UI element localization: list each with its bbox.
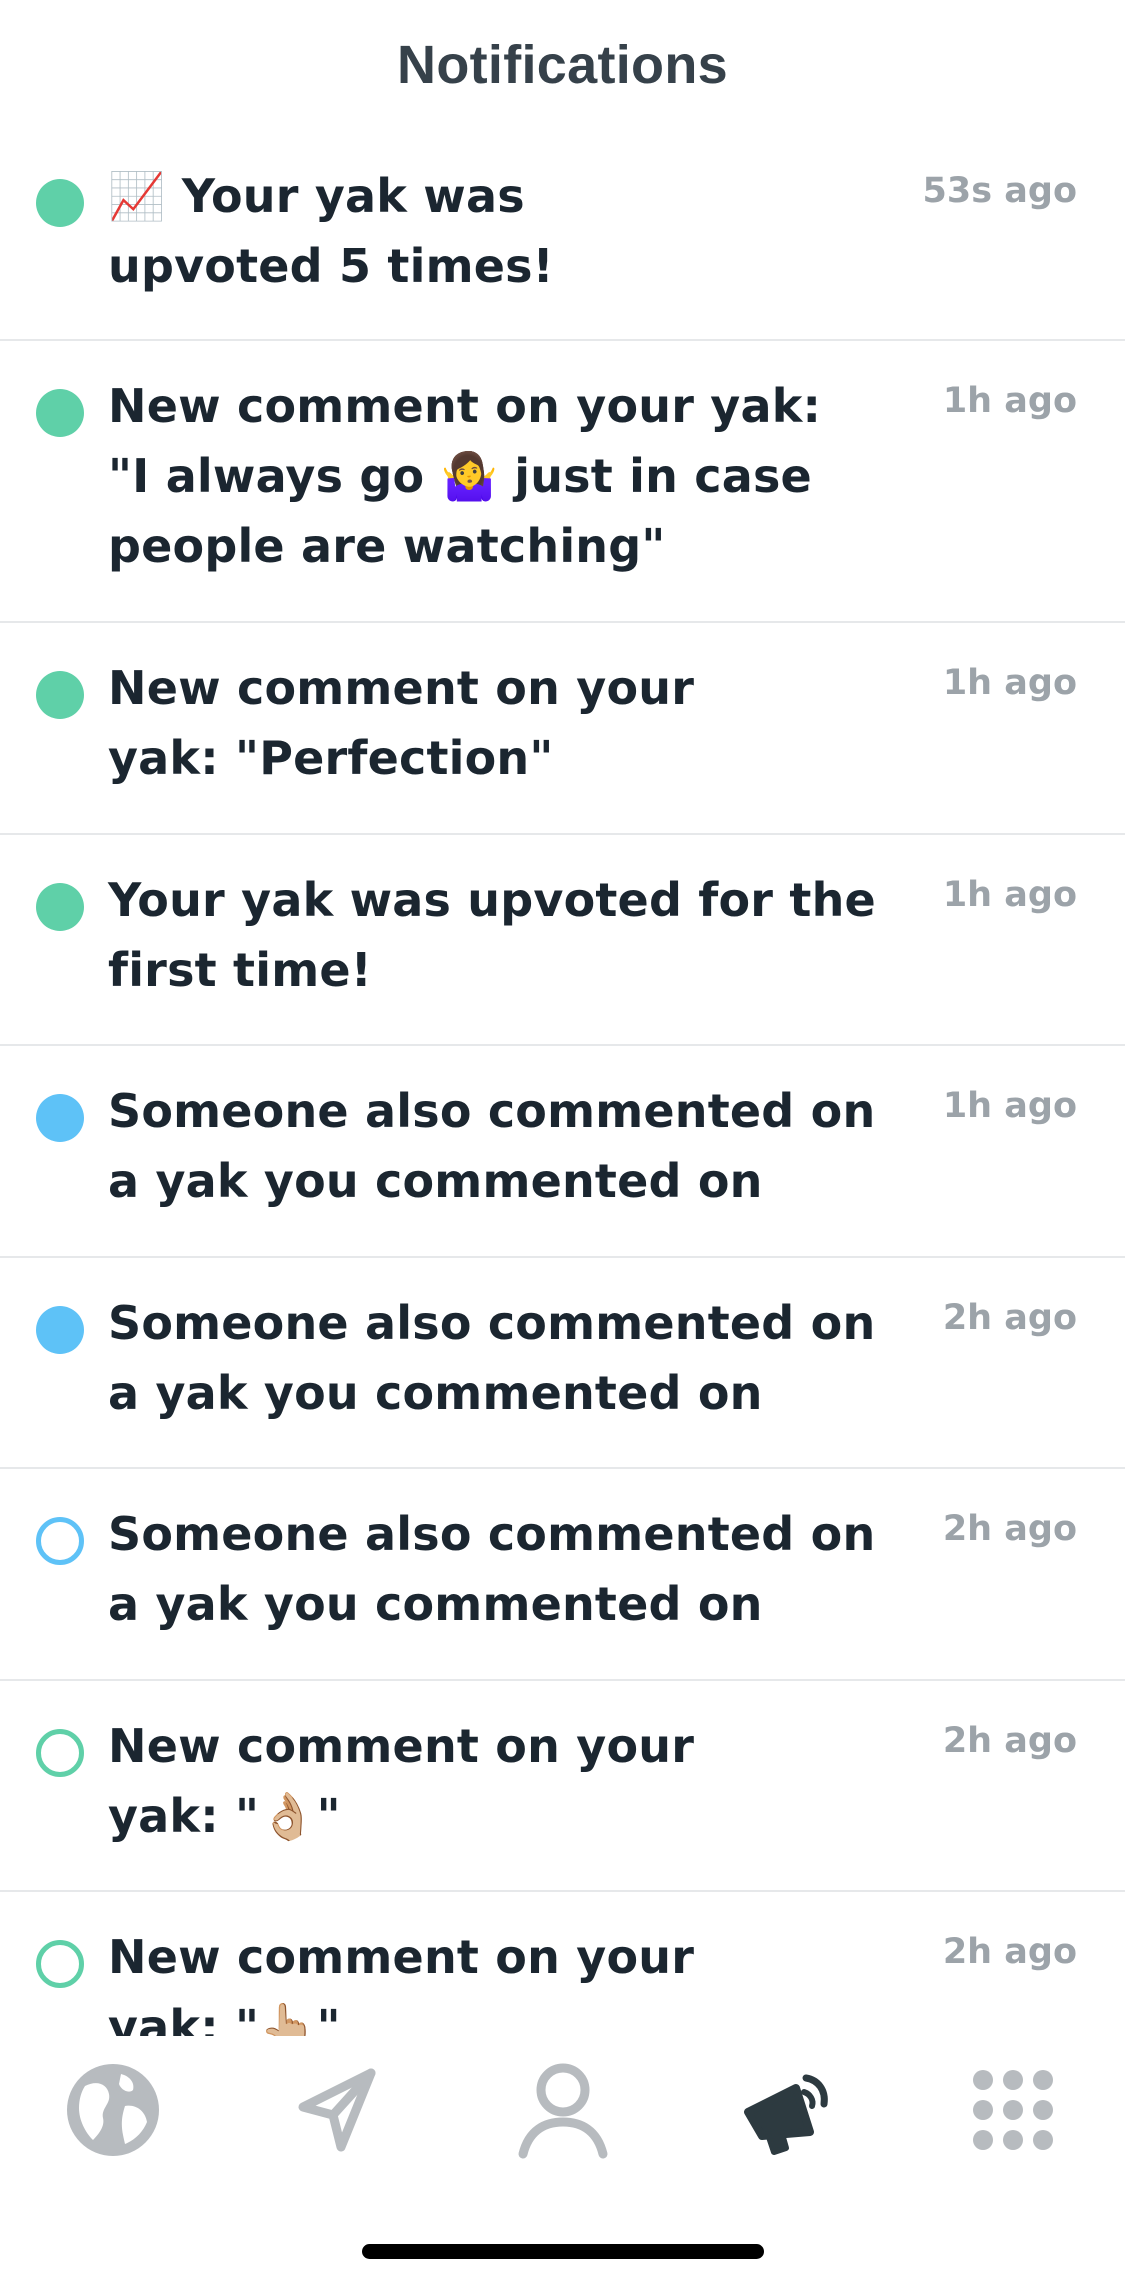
- tab-explore[interactable]: [43, 2050, 183, 2170]
- unread-indicator-dot: [36, 179, 84, 227]
- unread-indicator-dot: [36, 883, 84, 931]
- notification-time: 1h ago: [942, 663, 1077, 703]
- unread-indicator-dot: [36, 389, 84, 437]
- notification-text: New comment on your yak: "👌🏼": [108, 1719, 695, 1843]
- notification-time: 1h ago: [942, 381, 1077, 421]
- notification-text: New comment on your yak: "👆🏼": [108, 1930, 695, 2036]
- notification-text: Someone also commented on a yak you comm…: [108, 1296, 876, 1420]
- notification-time: 1h ago: [942, 875, 1077, 915]
- notification-text: 📈 Your yak was upvoted 5 times!: [108, 169, 554, 293]
- notification-row[interactable]: New comment on your yak: "👌🏼" 2h ago: [0, 1681, 1125, 1892]
- notification-text: Someone also commented on a yak you comm…: [108, 1507, 876, 1631]
- notification-row[interactable]: New comment on your yak: "I always go 🤷‍…: [0, 341, 1125, 623]
- tab-bar: [0, 2036, 1125, 2184]
- home-indicator[interactable]: [362, 2244, 764, 2259]
- notification-row[interactable]: Someone also commented on a yak you comm…: [0, 1469, 1125, 1681]
- notification-time: 2h ago: [942, 1932, 1077, 1972]
- notification-text: Someone also commented on a yak you comm…: [108, 1084, 876, 1208]
- tab-notifications[interactable]: [718, 2050, 858, 2170]
- notification-row[interactable]: Your yak was upvoted for the first time!…: [0, 835, 1125, 1046]
- tab-send[interactable]: [268, 2050, 408, 2170]
- notification-time: 2h ago: [942, 1298, 1077, 1338]
- globe-icon: [66, 2064, 159, 2156]
- unread-indicator-dot: [36, 671, 84, 719]
- notification-text: New comment on your yak: "I always go 🤷‍…: [108, 379, 822, 573]
- notification-time: 2h ago: [942, 1509, 1077, 1549]
- notification-row[interactable]: New comment on your yak: "👆🏼" 2h ago: [0, 1892, 1125, 2036]
- unread-indicator-dot: [36, 1094, 84, 1142]
- read-indicator-ring: [36, 1940, 84, 1988]
- grid-menu-icon: [972, 2070, 1053, 2150]
- profile-icon: [518, 2063, 607, 2159]
- read-indicator-ring: [36, 1517, 84, 1565]
- notification-row[interactable]: Someone also commented on a yak you comm…: [0, 1258, 1125, 1469]
- notification-time: 1h ago: [942, 1086, 1077, 1126]
- unread-indicator-dot: [36, 1306, 84, 1354]
- notification-text: New comment on your yak: "Perfection": [108, 661, 695, 785]
- notification-list[interactable]: 📈 Your yak was upvoted 5 times! 53s ago …: [0, 131, 1125, 2036]
- tab-profile[interactable]: [493, 2050, 633, 2170]
- notification-text: Your yak was upvoted for the first time!: [108, 873, 876, 997]
- tab-more[interactable]: [943, 2050, 1083, 2170]
- send-icon: [298, 2068, 375, 2152]
- notification-row[interactable]: Someone also commented on a yak you comm…: [0, 1046, 1125, 1258]
- notification-time: 53s ago: [922, 171, 1077, 211]
- header: Notifications: [0, 0, 1125, 120]
- notification-row[interactable]: New comment on your yak: "Perfection" 1h…: [0, 623, 1125, 835]
- megaphone-icon: [743, 2074, 828, 2155]
- notification-time: 2h ago: [942, 1721, 1077, 1761]
- page-title: Notifications: [397, 35, 728, 95]
- read-indicator-ring: [36, 1729, 84, 1777]
- notification-row[interactable]: 📈 Your yak was upvoted 5 times! 53s ago: [0, 131, 1125, 341]
